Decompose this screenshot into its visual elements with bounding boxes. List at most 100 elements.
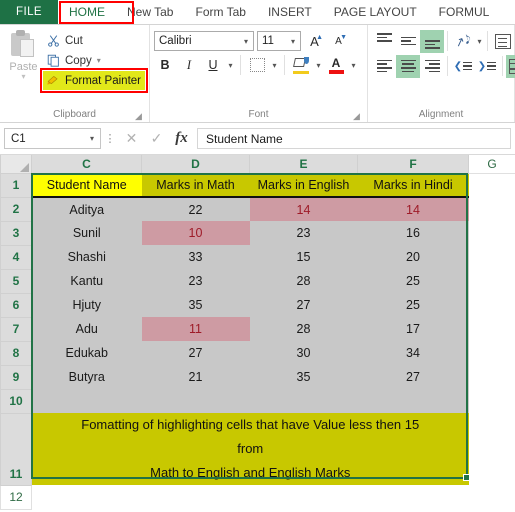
cell-D5[interactable]: 23 — [141, 269, 250, 293]
cell-G3[interactable] — [468, 221, 515, 245]
cell-G8[interactable] — [468, 341, 515, 365]
row-header-10[interactable]: 10 — [0, 388, 32, 414]
cell-E6[interactable]: 27 — [249, 293, 358, 317]
cell-E2[interactable]: 14 — [249, 197, 358, 221]
cell-D8[interactable]: 27 — [141, 341, 250, 365]
cell-D1[interactable]: Marks in Math — [141, 173, 250, 198]
column-header-f[interactable]: F — [357, 155, 469, 174]
tab-file[interactable]: FILE — [0, 0, 58, 24]
tab-insert[interactable]: INSERT — [257, 0, 323, 24]
row-header-9[interactable]: 9 — [0, 364, 32, 390]
name-box[interactable]: C1 ▾ — [4, 128, 101, 149]
tab-new-tab[interactable]: New Tab — [116, 0, 184, 24]
chevron-down-icon[interactable]: ▾ — [286, 37, 300, 46]
cell-E4[interactable]: 15 — [249, 245, 358, 269]
cell-F3[interactable]: 16 — [357, 221, 469, 245]
wrap-text-button[interactable] — [491, 30, 515, 53]
cell-F10[interactable] — [357, 389, 469, 413]
cell-E7[interactable]: 28 — [249, 317, 358, 341]
row-header-7[interactable]: 7 — [0, 316, 32, 342]
orientation-button[interactable]: ↗𝅘𝅥𝅮 — [451, 30, 475, 53]
chevron-down-icon[interactable]: ▾ — [239, 37, 253, 46]
copy-button[interactable]: Copy ▾ — [43, 51, 145, 70]
font-dialog-launcher-icon[interactable]: ◢ — [352, 112, 361, 121]
row-header-4[interactable]: 4 — [0, 244, 32, 270]
row-header-8[interactable]: 8 — [0, 340, 32, 366]
tab-formulas[interactable]: FORMUL — [428, 0, 501, 24]
cell-E1[interactable]: Marks in English — [249, 173, 358, 198]
cell-D3[interactable]: 10 — [141, 221, 250, 245]
select-all-button[interactable] — [0, 155, 32, 174]
cell-F8[interactable]: 34 — [357, 341, 469, 365]
cell-C12[interactable] — [31, 485, 142, 509]
font-name-combo[interactable]: Calibri ▾ — [154, 31, 254, 51]
chevron-down-icon[interactable]: ▾ — [97, 56, 101, 65]
tab-home[interactable]: HOME — [58, 0, 116, 24]
cell-F7[interactable]: 17 — [357, 317, 469, 341]
bold-button[interactable]: B — [154, 54, 176, 76]
cell-F6[interactable]: 25 — [357, 293, 469, 317]
fill-color-button[interactable] — [290, 54, 312, 76]
cell-D7[interactable]: 11 — [141, 317, 250, 341]
cell-C7[interactable]: Adu — [31, 317, 142, 341]
cell-E3[interactable]: 23 — [249, 221, 358, 245]
cell-F9[interactable]: 27 — [357, 365, 469, 389]
row-header-6[interactable]: 6 — [0, 292, 32, 318]
fill-color-chevron-down-icon[interactable]: ▾ — [314, 61, 323, 70]
cell-G12[interactable] — [468, 485, 515, 509]
cell-G11[interactable] — [468, 413, 515, 485]
cell-E10[interactable] — [249, 389, 358, 413]
cell-D4[interactable]: 33 — [141, 245, 250, 269]
cell-E12[interactable] — [249, 485, 358, 509]
cell-G10[interactable] — [468, 389, 515, 413]
italic-button[interactable]: I — [178, 54, 200, 76]
cell-F1[interactable]: Marks in Hindi — [357, 173, 469, 198]
orientation-chevron-down-icon[interactable]: ▾ — [475, 37, 484, 46]
cell-C2[interactable]: Aditya — [31, 197, 142, 221]
align-bottom-button[interactable] — [420, 29, 444, 53]
cell-G9[interactable] — [468, 365, 515, 389]
align-left-button[interactable] — [372, 55, 396, 78]
cell-G1[interactable] — [468, 173, 515, 197]
cell-F12[interactable] — [357, 485, 469, 509]
merge-and-center-button[interactable]: ↔ — [506, 54, 515, 78]
cell-C8[interactable]: Edukab — [31, 341, 142, 365]
clipboard-dialog-launcher-icon[interactable]: ◢ — [134, 112, 143, 121]
row-header-11[interactable]: 11 — [0, 412, 32, 486]
underline-button[interactable]: U — [202, 54, 224, 76]
cell-C3[interactable]: Sunil — [31, 221, 142, 245]
align-right-button[interactable] — [420, 55, 444, 78]
column-header-e[interactable]: E — [249, 155, 358, 174]
cell-C9[interactable]: Butyra — [31, 365, 142, 389]
cell-F5[interactable]: 25 — [357, 269, 469, 293]
column-header-d[interactable]: D — [141, 155, 250, 174]
cell-G4[interactable] — [468, 245, 515, 269]
increase-font-size-button[interactable]: A ▲ — [304, 31, 325, 52]
cancel-entry-button[interactable]: ✕ — [119, 128, 144, 150]
align-center-button[interactable] — [396, 54, 420, 78]
font-size-combo[interactable]: 11 ▾ — [257, 31, 301, 51]
chevron-down-icon[interactable]: ▾ — [90, 134, 100, 143]
borders-button[interactable] — [246, 54, 268, 76]
cell-D10[interactable] — [141, 389, 250, 413]
format-painter-button[interactable]: Format Painter — [42, 71, 145, 90]
cell-C10[interactable] — [31, 389, 142, 413]
cell-D9[interactable]: 21 — [141, 365, 250, 389]
font-color-chevron-down-icon[interactable]: ▾ — [349, 61, 358, 70]
insert-function-button[interactable]: fx — [169, 128, 194, 150]
column-header-c[interactable]: C — [31, 155, 142, 174]
cell-D12[interactable] — [141, 485, 250, 509]
font-color-button[interactable]: A — [325, 54, 347, 76]
cut-button[interactable]: Cut — [43, 31, 145, 50]
tab-page-layout[interactable]: PAGE LAYOUT — [323, 0, 428, 24]
row-header-5[interactable]: 5 — [0, 268, 32, 294]
chevron-down-icon[interactable]: ▾ — [21, 73, 25, 81]
row-header-12[interactable]: 12 — [0, 484, 32, 510]
cell-C5[interactable]: Kantu — [31, 269, 142, 293]
cell-C11-merged-note[interactable]: Fomatting of highlighting cells that hav… — [31, 413, 469, 485]
cell-D6[interactable]: 35 — [141, 293, 250, 317]
cell-E5[interactable]: 28 — [249, 269, 358, 293]
cell-C6[interactable]: Hjuty — [31, 293, 142, 317]
align-top-button[interactable] — [372, 30, 396, 53]
cell-E8[interactable]: 30 — [249, 341, 358, 365]
